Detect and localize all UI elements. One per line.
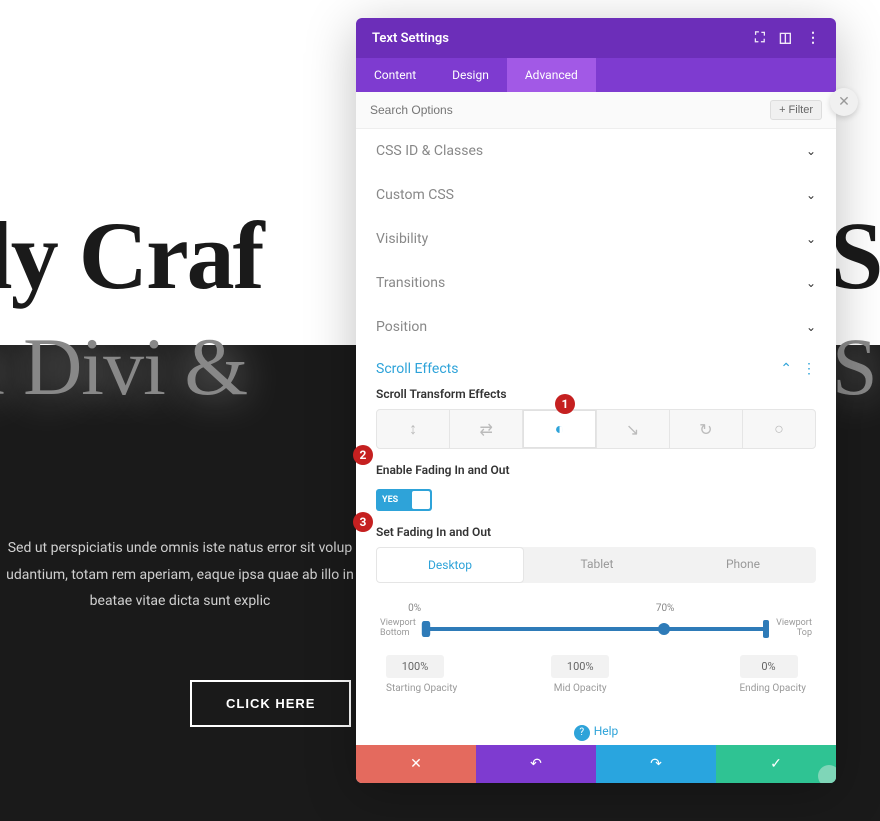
device-tab-phone[interactable]: Phone	[670, 547, 816, 583]
opacity-label: Starting Opacity	[386, 683, 457, 694]
more-icon[interactable]: ⋮	[802, 361, 816, 377]
section-label: Position	[376, 319, 427, 335]
expand-icon[interactable]: ⛶	[755, 30, 765, 46]
redo-button[interactable]: ↷	[596, 745, 716, 783]
fade-slider: 0% 70% Viewport Bottom Viewport Top 100%…	[356, 597, 836, 714]
undo-button[interactable]: ↶	[476, 745, 596, 783]
section-label: Transitions	[376, 275, 445, 291]
enable-fading-label: Enable Fading In and Out	[356, 459, 836, 485]
effect-blur-icon[interactable]: ○	[743, 410, 815, 448]
effect-vertical-icon[interactable]: ↕	[377, 410, 450, 448]
tab-design[interactable]: Design	[434, 58, 507, 92]
starting-opacity: 100% Starting Opacity	[386, 655, 457, 696]
chevron-down-icon: ⌄	[806, 188, 816, 202]
click-here-button[interactable]: CLICK HERE	[190, 680, 351, 727]
hero-title-tail: S	[830, 200, 880, 311]
help-link[interactable]: ? Help	[356, 714, 836, 745]
section-transitions[interactable]: Transitions ⌄	[356, 261, 836, 305]
effect-scale-icon[interactable]: ↘	[597, 410, 670, 448]
chevron-down-icon: ⌄	[806, 276, 816, 290]
device-tab-desktop[interactable]: Desktop	[376, 547, 524, 583]
settings-panel: Text Settings ⛶ ◫ ⋮ Content Design Advan…	[356, 18, 836, 783]
redo-icon: ↷	[650, 756, 662, 772]
section-label: Custom CSS	[376, 187, 454, 203]
close-icon: ✕	[838, 94, 850, 110]
scroll-transform-label: Scroll Transform Effects	[356, 383, 836, 409]
slider-track[interactable]	[426, 627, 766, 631]
chevron-down-icon: ⌄	[806, 320, 816, 334]
section-custom-css[interactable]: Custom CSS ⌄	[356, 173, 836, 217]
viewport-bottom-label: Viewport Bottom	[380, 619, 420, 639]
annotation-3: 3	[353, 512, 373, 532]
set-fading-label: Set Fading In and Out	[356, 521, 836, 547]
slider-handle-start[interactable]	[422, 621, 430, 637]
section-css-id[interactable]: CSS ID & Classes ⌄	[356, 129, 836, 173]
slider-pct-mid: 70%	[656, 603, 675, 614]
section-label: Visibility	[376, 231, 428, 247]
cancel-button[interactable]: ✕	[356, 745, 476, 783]
layout-icon[interactable]: ◫	[779, 30, 792, 46]
hero-title: ully Craf	[0, 200, 263, 311]
help-label: Help	[594, 724, 619, 738]
search-input[interactable]	[370, 103, 770, 117]
filter-button[interactable]: + Filter	[770, 100, 822, 120]
section-position[interactable]: Position ⌄	[356, 305, 836, 349]
search-row: + Filter	[356, 92, 836, 129]
effect-horizontal-icon[interactable]: ⇄	[450, 410, 523, 448]
check-icon: ✓	[770, 756, 782, 772]
panel-close-button[interactable]: ✕	[830, 88, 858, 116]
panel-body: CSS ID & Classes ⌄ Custom CSS ⌄ Visibility…	[356, 129, 836, 745]
panel-tabs: Content Design Advanced	[356, 58, 836, 92]
device-tabs: Desktop Tablet Phone	[376, 547, 816, 583]
undo-icon: ↶	[530, 756, 542, 772]
slider-handle-mid[interactable]	[658, 623, 670, 635]
opacity-value[interactable]: 100%	[386, 655, 444, 678]
slider-handle-end[interactable]	[763, 620, 769, 638]
help-icon: ?	[574, 725, 590, 741]
chevron-down-icon: ⌄	[806, 144, 816, 158]
panel-title: Text Settings	[372, 31, 449, 46]
device-tab-tablet[interactable]: Tablet	[524, 547, 670, 583]
more-icon[interactable]: ⋮	[806, 30, 820, 46]
tab-content[interactable]: Content	[356, 58, 434, 92]
viewport-top-label: Viewport Top	[772, 619, 812, 639]
slider-pct-start: 0%	[408, 603, 421, 614]
opacity-label: Ending Opacity	[740, 683, 807, 694]
chevron-up-icon: ⌃	[780, 361, 792, 377]
hero-subtitle-tail: S	[832, 320, 878, 414]
toggle-label: YES	[376, 495, 398, 505]
chevron-down-icon: ⌄	[806, 232, 816, 246]
effect-fade-icon[interactable]: ◐	[523, 410, 596, 448]
ending-opacity: 0% Ending Opacity	[740, 655, 807, 696]
opacity-value[interactable]: 100%	[551, 655, 609, 678]
annotation-1: 1	[555, 394, 575, 414]
hero-body-text: Sed ut perspiciatis unde omnis iste natu…	[0, 535, 360, 615]
effect-rotate-icon[interactable]: ↻	[670, 410, 743, 448]
mid-opacity: 100% Mid Opacity	[551, 655, 609, 696]
opacity-value[interactable]: 0%	[740, 655, 798, 678]
section-scroll-effects[interactable]: Scroll Effects ⌃ ⋮	[356, 349, 836, 383]
panel-header: Text Settings ⛶ ◫ ⋮ Content Design Advan…	[356, 18, 836, 92]
save-button[interactable]: ✓	[716, 745, 836, 783]
opacity-label: Mid Opacity	[554, 683, 607, 694]
annotation-2: 2	[353, 445, 373, 465]
close-icon: ✕	[410, 756, 422, 772]
hero-subtitle: vith Divi &	[0, 320, 247, 414]
tab-advanced[interactable]: Advanced	[507, 58, 596, 92]
section-label: Scroll Effects	[376, 361, 458, 377]
section-label: CSS ID & Classes	[376, 143, 483, 159]
effect-tabs: ↕ ⇄ ◐ ↘ ↻ ○	[376, 409, 816, 449]
enable-fading-toggle[interactable]: YES	[376, 489, 432, 511]
section-visibility[interactable]: Visibility ⌄	[356, 217, 836, 261]
panel-footer: ✕ ↶ ↷ ✓	[356, 745, 836, 783]
toggle-knob	[412, 491, 430, 509]
